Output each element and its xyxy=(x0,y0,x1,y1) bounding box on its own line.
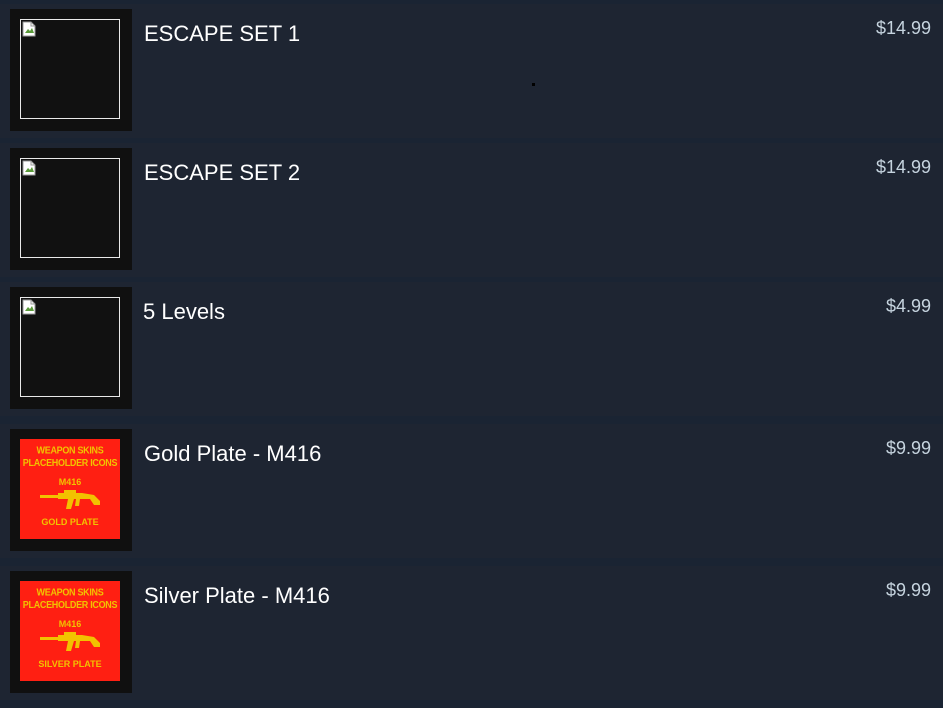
rifle-icon xyxy=(40,632,100,651)
item-title[interactable]: ESCAPE SET 1 xyxy=(144,21,300,47)
broken-image-icon xyxy=(20,158,120,258)
item-price: $14.99 xyxy=(875,18,931,38)
poster-line2: PLACEHOLDER ICONS xyxy=(22,457,118,468)
poster-line1: WEAPON SKINS xyxy=(36,444,104,456)
item-thumbnail[interactable] xyxy=(10,148,132,270)
item-thumbnail[interactable]: WEAPON SKINS PLACEHOLDER ICONS M416 SILV… xyxy=(10,571,132,693)
poster-heading: WEAPON SKINS PLACEHOLDER ICONS xyxy=(20,587,120,611)
weapon-skin-placeholder-image: WEAPON SKINS PLACEHOLDER ICONS M416 SILV… xyxy=(20,581,120,681)
list-item[interactable]: 5 Levels $4.99 xyxy=(0,282,943,416)
poster-heading: WEAPON SKINS PLACEHOLDER ICONS xyxy=(20,445,120,469)
poster-line2: PLACEHOLDER ICONS xyxy=(22,599,118,610)
item-title[interactable]: ESCAPE SET 2 xyxy=(144,160,300,186)
item-price: $4.99 xyxy=(885,296,931,316)
item-price: $14.99 xyxy=(875,157,931,177)
poster-skin: GOLD PLATE xyxy=(41,517,99,527)
item-thumbnail[interactable] xyxy=(10,287,132,409)
poster-weapon: M416 xyxy=(58,619,82,629)
item-price: $9.99 xyxy=(885,580,931,600)
rifle-icon xyxy=(40,490,100,509)
poster-weapon: M416 xyxy=(58,477,82,487)
item-thumbnail[interactable]: WEAPON SKINS PLACEHOLDER ICONS M416 GOLD… xyxy=(10,429,132,551)
list-item[interactable]: WEAPON SKINS PLACEHOLDER ICONS M416 SILV… xyxy=(0,566,943,700)
list-item[interactable]: WEAPON SKINS PLACEHOLDER ICONS M416 GOLD… xyxy=(0,424,943,558)
poster-skin: SILVER PLATE xyxy=(38,659,102,669)
item-title[interactable]: Silver Plate - M416 xyxy=(144,583,330,609)
list-item[interactable]: ESCAPE SET 2 $14.99 xyxy=(0,143,943,277)
dlc-list: ESCAPE SET 1 $14.99 ESCAPE SET 2 $14.99 xyxy=(0,0,943,708)
item-title[interactable]: 5 Levels xyxy=(143,299,225,325)
weapon-skin-placeholder-image: WEAPON SKINS PLACEHOLDER ICONS M416 GOLD… xyxy=(20,439,120,539)
poster-line1: WEAPON SKINS xyxy=(36,586,104,598)
broken-image-icon xyxy=(20,19,120,119)
item-thumbnail[interactable] xyxy=(10,9,132,131)
broken-image-icon xyxy=(20,297,120,397)
item-price: $9.99 xyxy=(885,438,931,458)
stray-dot xyxy=(532,83,535,86)
list-item[interactable]: ESCAPE SET 1 $14.99 xyxy=(0,4,943,138)
item-title[interactable]: Gold Plate - M416 xyxy=(144,441,321,467)
